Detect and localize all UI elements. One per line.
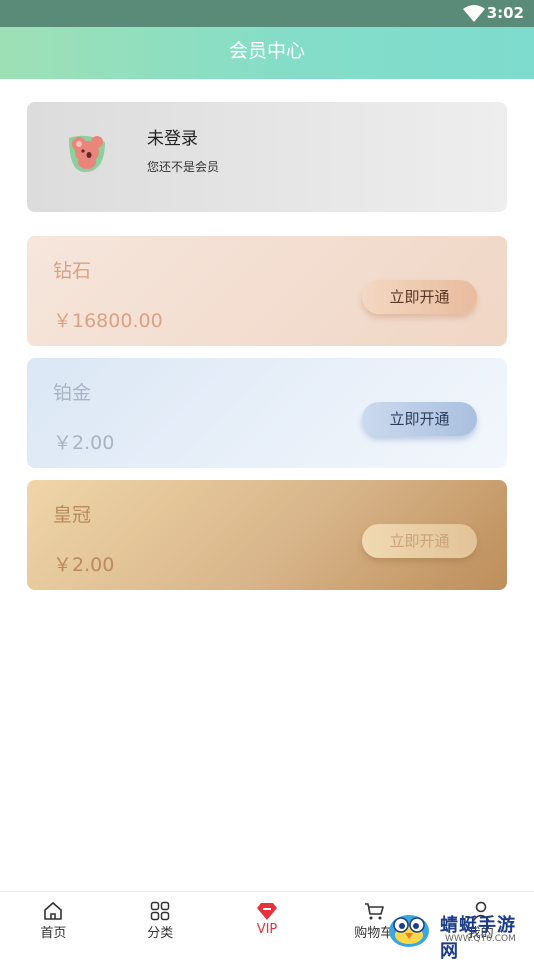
user-card[interactable]: 未登录 您还不是会员	[27, 102, 507, 212]
home-icon	[44, 902, 63, 920]
watermark-url: WWW.QT6.COM	[445, 934, 516, 944]
membership-status: 您还不是会员	[147, 160, 220, 174]
watermark: 蜻蜓手游网 WWW.QT6.COM	[385, 905, 534, 962]
activate-platinum-button[interactable]: 立即开通	[362, 402, 477, 436]
plan-card-platinum: 铂金 ￥2.00 立即开通	[27, 358, 507, 468]
user-name: 未登录	[147, 129, 198, 149]
tab-category[interactable]: 分类	[107, 892, 214, 950]
status-bar: 3:02	[0, 0, 534, 27]
status-time: 3:02	[486, 4, 524, 22]
tab-label: 分类	[147, 926, 174, 941]
cart-icon	[364, 903, 384, 920]
plan-price: ￥2.00	[53, 432, 115, 454]
grid-icon	[150, 901, 170, 921]
plan-name: 铂金	[53, 382, 92, 404]
tab-label: 首页	[40, 926, 67, 941]
bird-logo-icon	[389, 915, 429, 947]
plan-price: ￥2.00	[53, 554, 115, 576]
koala-avatar-icon	[69, 135, 105, 173]
plan-card-crown: 皇冠 ￥2.00 立即开通	[27, 480, 507, 590]
page-title: 会员中心	[228, 40, 305, 62]
app-header: 会员中心	[0, 27, 534, 79]
activate-crown-button[interactable]: 立即开通	[362, 524, 477, 558]
tab-vip[interactable]: VIP	[214, 892, 321, 950]
plan-card-diamond: 钻石 ￥16800.00 立即开通	[27, 236, 507, 346]
plan-name: 钻石	[53, 260, 92, 282]
tab-home[interactable]: 首页	[0, 892, 107, 950]
tab-label: VIP	[256, 922, 278, 937]
plan-price: ￥16800.00	[53, 310, 163, 332]
activate-diamond-button[interactable]: 立即开通	[362, 280, 477, 314]
plan-name: 皇冠	[53, 504, 92, 526]
wifi-icon	[463, 5, 485, 22]
diamond-icon	[256, 903, 277, 920]
